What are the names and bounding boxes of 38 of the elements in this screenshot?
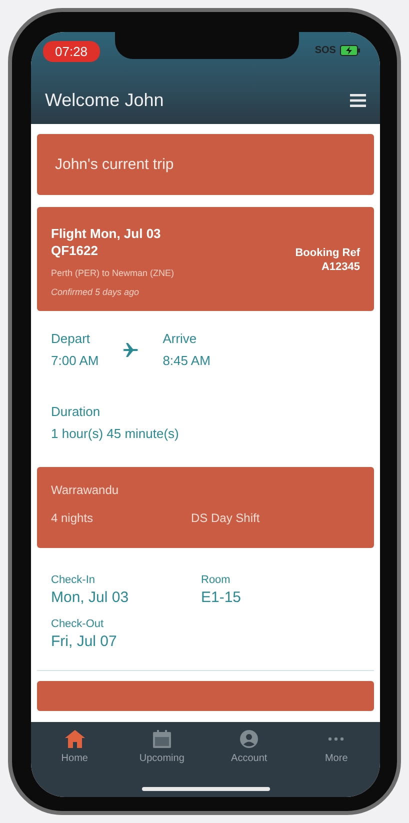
- camp-name: Warrawandu: [51, 483, 120, 497]
- nav-tab[interactable]: More: [301, 730, 372, 797]
- field-label: Check-In: [51, 574, 96, 586]
- flight-number: QF1622: [51, 242, 99, 259]
- status-time: 07:28: [43, 41, 100, 62]
- flight-card[interactable]: Flight Mon, Jul 03 QF1622 Perth (PER) to Newman (ZNE) Confirmed 5 days ago Booking Ref A12345: [37, 207, 374, 311]
- arrive-time: 8:45 AM: [162, 353, 210, 368]
- carrier-text: SOS: [314, 45, 336, 56]
- duration-label: Duration: [51, 404, 102, 419]
- trip-title: John's current trip: [55, 156, 174, 173]
- booking-ref-label: Booking Ref: [295, 247, 360, 259]
- depart-label: Depart: [51, 331, 92, 346]
- calendar-icon: [152, 730, 172, 748]
- field-label: Check-Out: [51, 618, 105, 630]
- shift-name: DS Day Shift: [191, 511, 260, 525]
- nav-tab[interactable]: Account: [214, 730, 284, 797]
- nights-count: 4 nights: [51, 511, 94, 525]
- nav-tab[interactable]: Home: [40, 730, 110, 797]
- arrive-label: Arrive: [162, 331, 198, 346]
- duration-value: 1 hour(s) 45 minute(s): [51, 426, 180, 441]
- account-icon: [240, 730, 258, 748]
- nav-tab[interactable]: Upcoming: [126, 730, 197, 797]
- field-label: Room: [201, 574, 232, 586]
- airplane-icon: [122, 342, 139, 356]
- battery-icon: [340, 45, 360, 56]
- accommodation-card[interactable]: Warrawandu 4 nights DS Day Shift: [37, 467, 374, 548]
- home-icon: [64, 730, 85, 748]
- header-title: Welcome John: [45, 90, 164, 111]
- field-value: Fri, Jul 07: [51, 633, 118, 650]
- flight-date: Flight Mon, Jul 03: [51, 225, 162, 242]
- field-value: E1-15: [201, 589, 242, 606]
- flight-route: Perth (PER) to Newman (ZNE): [51, 268, 174, 278]
- booking-ref: A12345: [321, 261, 360, 273]
- confirmed-note: Confirmed 5 days ago: [51, 287, 140, 297]
- menu-icon[interactable]: [350, 94, 366, 107]
- depart-time: 7:00 AM: [51, 353, 99, 368]
- more-icon: [328, 737, 344, 741]
- field-value: Mon, Jul 03: [51, 589, 130, 606]
